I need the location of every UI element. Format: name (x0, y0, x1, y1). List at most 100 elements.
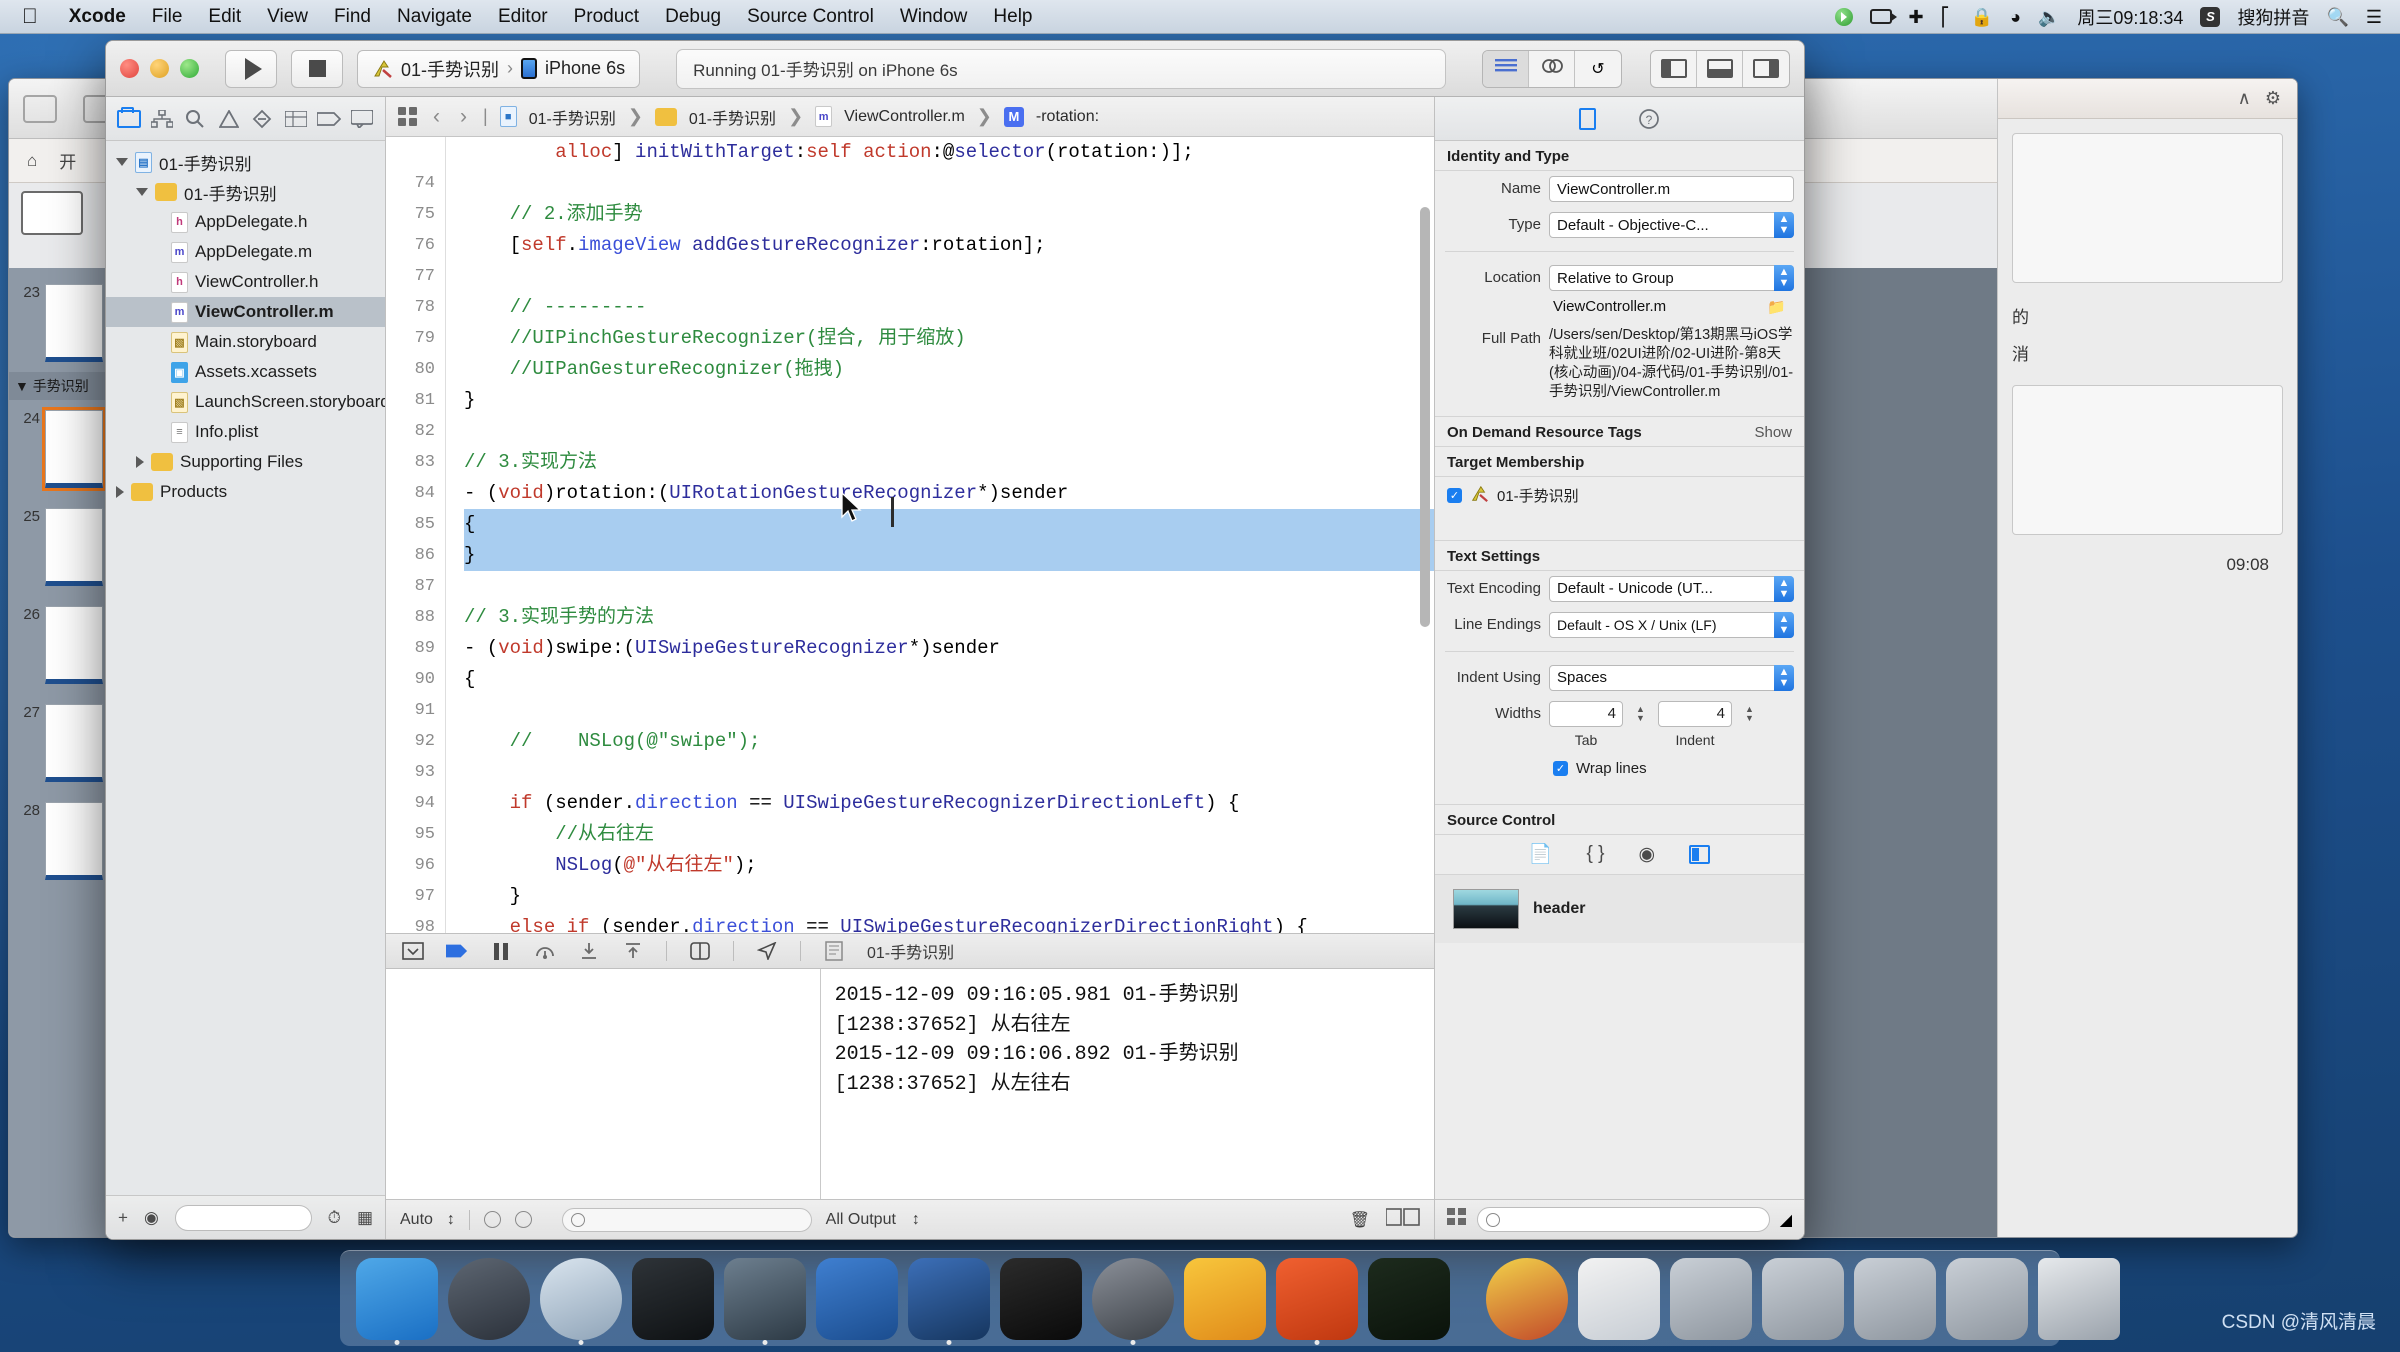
filter-scope-icon[interactable]: ◉ (144, 1208, 159, 1228)
gutter-line-number[interactable]: 85 (386, 509, 435, 540)
minimize-button[interactable] (150, 59, 169, 78)
xcode-window[interactable]: 01-手势识别 › iPhone 6s Running 01-手势识别 on i… (105, 40, 1805, 1240)
navigator-row-viewcontrollerh[interactable]: h ViewController.h (106, 267, 385, 297)
code-line[interactable]: } (464, 881, 1434, 912)
code-line[interactable]: - (void)rotation:(UIRotationGestureRecog… (464, 478, 1434, 509)
dock-item-mac-app[interactable] (1368, 1258, 1450, 1340)
dock-item-photos[interactable] (1486, 1258, 1568, 1340)
run-button[interactable] (225, 49, 277, 88)
library-filter-input[interactable] (1477, 1207, 1770, 1232)
menu-item-product[interactable]: Product (561, 6, 652, 28)
home-icon[interactable]: ⌂ (27, 151, 37, 171)
output-scope-popup[interactable]: All Output (826, 1211, 896, 1229)
dock-item-keynote-window[interactable] (1578, 1258, 1660, 1340)
ribbon-tab-label[interactable]: 开 (59, 148, 76, 173)
debug-process-label[interactable]: 01-手势识别 (867, 939, 954, 963)
console-output[interactable]: 2015-12-09 09:16:05.981 01-手势识别 [1238:37… (820, 969, 1434, 1199)
navigator-tab-bar[interactable] (106, 97, 385, 141)
slide-item[interactable]: 25 (9, 498, 117, 596)
disclosure-triangle-icon[interactable] (136, 188, 148, 196)
gutter-line-number[interactable]: 90 (386, 664, 435, 695)
editor-mode-segments[interactable]: ↺ (1482, 49, 1622, 88)
name-field[interactable]: ViewController.m (1549, 176, 1794, 202)
navigator-row-viewcontrollerm[interactable]: m ViewController.m (106, 297, 385, 327)
navigator-row-supportingfiles[interactable]: Supporting Files (106, 447, 385, 477)
code-line[interactable]: { (464, 664, 1434, 695)
indent-width-stepper[interactable]: ▲ ▼ (1742, 701, 1757, 727)
code-text-area[interactable]: alloc] initWithTarget:self action:@selec… (446, 137, 1434, 933)
text-encoding-popup[interactable]: Default - Unicode (UT... ▲ ▼ (1549, 575, 1794, 602)
target-checkbox[interactable]: ✓ (1447, 487, 1462, 503)
breadcrumb-project[interactable]: 01-手势识别 (529, 105, 616, 129)
breadcrumb-symbol[interactable]: -rotation: (1036, 108, 1099, 126)
source-editor[interactable]: 74 75 76 77 78 79 80 81 82 83 84 85 86 87 88 89 90 91 92 93… (386, 137, 1434, 933)
inspector-tab-bar[interactable]: ? (1435, 97, 1804, 141)
bg-toolbar-icon-1[interactable] (23, 94, 57, 123)
wrap-lines-row[interactable]: ✓ Wrap lines (1435, 753, 1804, 784)
gutter-line-number[interactable]: 75 (386, 199, 435, 230)
gutter-line-number[interactable]: 89 (386, 633, 435, 664)
variables-filter-input[interactable] (561, 1207, 812, 1232)
debug-bar[interactable]: 01-手势识别 (386, 933, 1434, 969)
type-popup[interactable]: Default - Objective-C... ▲ ▼ (1549, 212, 1794, 238)
code-line[interactable]: } (464, 385, 1434, 416)
split-view-icon[interactable] (1385, 1208, 1420, 1231)
code-line[interactable]: // --------- (464, 292, 1434, 323)
code-line[interactable]: { (464, 509, 1434, 540)
test-navigator-tab[interactable] (249, 107, 275, 131)
gutter-line-number[interactable]: 80 (386, 354, 435, 385)
navigator-row-assetsxcassets[interactable]: ▣ Assets.xcassets (106, 357, 385, 387)
menu-item-navigate[interactable]: Navigate (384, 6, 485, 28)
navigator-row-products[interactable]: Products (106, 477, 385, 507)
menu-item-find[interactable]: Find (321, 6, 384, 28)
jump-bar[interactable]: ‹ › | ■ 01-手势识别 ❯ 01-手势识别 ❯ m ViewContro… (386, 97, 1434, 137)
dock-item-trash[interactable] (2038, 1258, 2120, 1340)
filter-recent-icon[interactable]: ⏱ (328, 1208, 341, 1228)
code-line[interactable]: // 3.实现方法 (464, 447, 1434, 478)
step-into-button[interactable] (578, 941, 600, 961)
add-item-button[interactable]: + (118, 1208, 128, 1228)
navigator-row-launchscreenstoryboard[interactable]: ▧ LaunchScreen.storyboard (106, 387, 385, 417)
screen-record-icon[interactable] (1834, 7, 1853, 26)
gutter-line-number[interactable]: 77 (386, 261, 435, 292)
wrap-lines-checkbox[interactable]: ✓ (1553, 760, 1568, 776)
slide-thumbnail[interactable] (45, 508, 103, 586)
slide-item[interactable]: 28 (9, 792, 117, 890)
slide-thumbnail[interactable] (45, 802, 103, 880)
bluetooth-icon[interactable]: ⎡ (1941, 8, 1954, 26)
gear-icon[interactable]: ⚙ (2265, 88, 2281, 109)
spotlight-icon[interactable]: 🔍 (2326, 8, 2348, 26)
volume-icon[interactable]: 🔈 (2038, 8, 2060, 26)
menu-item-source-control[interactable]: Source Control (734, 6, 887, 28)
code-line[interactable]: } (464, 540, 1434, 571)
zoom-button[interactable] (180, 59, 199, 78)
scope-chevron-icon[interactable]: ↕ (447, 1211, 455, 1229)
editor-vertical-scrollbar[interactable] (1420, 207, 1430, 627)
menu-item-file[interactable]: File (139, 6, 196, 28)
inspector-content[interactable]: Identity and Type Name ViewController.m … (1435, 141, 1804, 1199)
choose-folder-icon[interactable]: 📁 (1767, 298, 1786, 316)
gutter-line-number[interactable]: 93 (386, 757, 435, 788)
indent-using-popup[interactable]: Spaces ▲ ▼ (1549, 664, 1794, 691)
menu-item-window[interactable]: Window (887, 6, 981, 28)
dock-item-system-preferences[interactable] (1092, 1258, 1174, 1340)
hide-debug-area-icon[interactable] (402, 941, 424, 961)
inspector-grid-icon[interactable] (1447, 1208, 1467, 1231)
back-button[interactable]: ‹ (429, 105, 444, 129)
library-item[interactable]: header (1435, 874, 1804, 943)
dock-item-xcode[interactable] (816, 1258, 898, 1340)
tab-width-field[interactable]: 4 (1549, 700, 1623, 727)
menu-item-xcode[interactable]: Xcode (56, 6, 139, 28)
dock-item-paw[interactable] (1276, 1258, 1358, 1340)
menu-item-view[interactable]: View (254, 6, 321, 28)
variables-view[interactable] (386, 969, 821, 1199)
watch-icon[interactable] (483, 1211, 501, 1228)
navigator-row-01[interactable]: ▤ 01-手势识别 (106, 147, 385, 177)
gutter-line-number[interactable]: 79 (386, 323, 435, 354)
simulate-location-button[interactable] (756, 941, 778, 961)
forward-button[interactable]: › (456, 105, 471, 129)
output-chevron-icon[interactable]: ↕ (912, 1211, 920, 1229)
library-selector-bar[interactable]: 📄 { } ◉ (1435, 835, 1804, 875)
tab-width-stepper[interactable]: ▲ ▼ (1633, 701, 1648, 727)
code-line[interactable]: // 2.添加手势 (464, 199, 1434, 230)
